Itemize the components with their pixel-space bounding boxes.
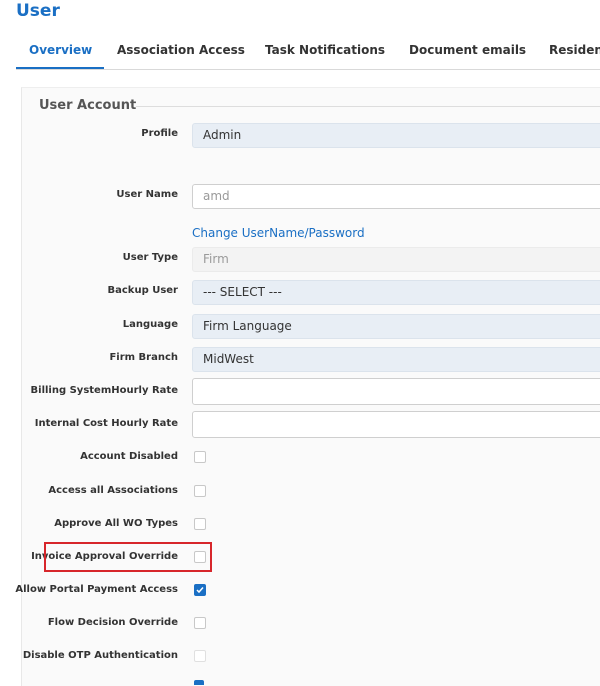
internal-rate-field[interactable] xyxy=(192,411,600,438)
billing-rate-field[interactable] xyxy=(192,378,600,405)
highlight-box xyxy=(44,542,212,572)
backup-user-select[interactable]: --- SELECT --- xyxy=(192,280,600,305)
allow-portal-payment-checkbox[interactable] xyxy=(194,584,206,596)
account-disabled-label: Account Disabled xyxy=(80,451,178,462)
account-disabled-checkbox[interactable] xyxy=(194,451,206,463)
user-name-label: User Name xyxy=(116,189,178,200)
change-username-password-link[interactable]: Change UserName/Password xyxy=(192,226,365,240)
internal-rate-label: Internal Cost Hourly Rate xyxy=(34,418,178,429)
tab-task-notifications[interactable]: Task Notifications xyxy=(265,43,385,57)
next-checkbox-partial[interactable] xyxy=(194,680,204,685)
approve-all-wo-types-checkbox[interactable] xyxy=(194,518,206,530)
flow-decision-override-checkbox[interactable] xyxy=(194,617,206,629)
user-name-field[interactable]: amd xyxy=(192,184,600,209)
section-title: User Account xyxy=(39,98,137,113)
access-all-associations-label: Access all Associations xyxy=(48,485,178,496)
active-tab-indicator xyxy=(16,67,104,69)
tab-document-emails[interactable]: Document emails xyxy=(409,43,526,57)
profile-label: Profile xyxy=(141,128,178,139)
profile-select[interactable]: Admin xyxy=(192,123,600,148)
approve-all-wo-types-label: Approve All WO Types xyxy=(54,518,178,529)
user-type-field: Firm xyxy=(192,247,600,272)
tab-overview[interactable]: Overview xyxy=(29,43,92,57)
firm-branch-label: Firm Branch xyxy=(109,352,178,363)
page-title: User xyxy=(16,1,60,21)
section-divider xyxy=(136,106,600,107)
access-all-associations-checkbox[interactable] xyxy=(194,485,206,497)
flow-decision-override-label: Flow Decision Override xyxy=(47,617,178,628)
billing-rate-label: Billing SystemHourly Rate xyxy=(30,385,178,396)
allow-portal-payment-label: Allow Portal Payment Access xyxy=(15,584,178,595)
backup-user-label: Backup User xyxy=(107,285,179,296)
language-label: Language xyxy=(122,319,178,330)
user-type-label: User Type xyxy=(122,252,178,263)
firm-branch-select[interactable]: MidWest xyxy=(192,347,600,372)
disable-otp-label: Disable OTP Authentication xyxy=(22,650,178,661)
language-select[interactable]: Firm Language xyxy=(192,314,600,339)
tab-resident[interactable]: Resident xyxy=(549,43,600,57)
tab-association-access[interactable]: Association Access xyxy=(117,43,245,57)
disable-otp-checkbox[interactable] xyxy=(194,650,206,662)
tab-bar: Overview Association Access Task Notific… xyxy=(16,36,600,70)
